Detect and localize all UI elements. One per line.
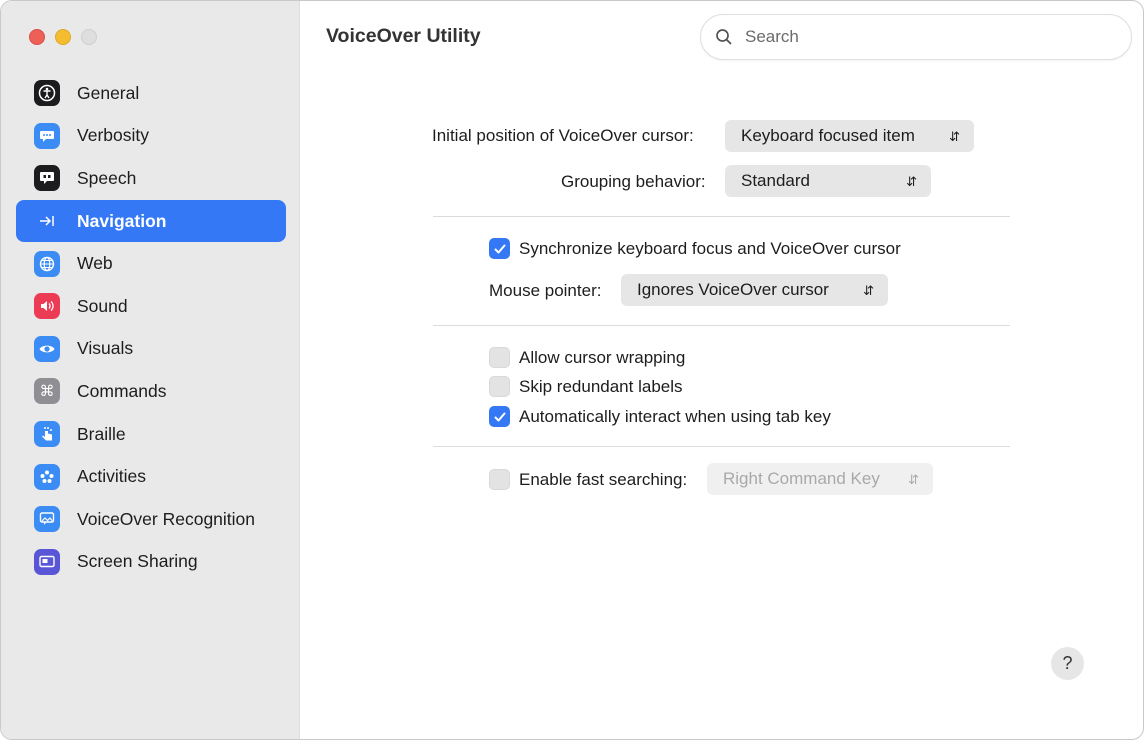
cursor-wrapping-label: Allow cursor wrapping [519, 347, 686, 367]
sidebar-item-label: Activities [77, 466, 147, 487]
skip-labels-label: Skip redundant labels [519, 376, 683, 396]
voiceover-utility-window: General Verbosity Speech Navigation Web … [0, 0, 1144, 740]
updown-chevron-icon: ⇵ [949, 128, 960, 144]
close-window-button[interactable] [29, 29, 45, 45]
fast-search-key-value: Right Command Key [723, 469, 880, 488]
fast-search-checkbox[interactable] [489, 469, 510, 490]
sidebar-item-speech[interactable]: Speech [16, 157, 286, 200]
globe-icon [34, 250, 60, 277]
arrow-to-line-icon [34, 208, 60, 235]
initial-position-popup[interactable]: Keyboard focused item ⇵ [725, 120, 974, 152]
sidebar-item-web[interactable]: Web [16, 242, 286, 285]
separator [433, 446, 1010, 447]
speaker-icon [34, 293, 60, 320]
sidebar-item-verbosity[interactable]: Verbosity [16, 115, 286, 158]
sidebar-item-visuals[interactable]: Visuals [16, 328, 286, 371]
search-input[interactable] [743, 26, 1107, 48]
grouping-behavior-popup[interactable]: Standard ⇵ [725, 165, 931, 197]
sidebar: General Verbosity Speech Navigation Web … [1, 1, 300, 739]
command-icon: ⌘ [34, 378, 60, 405]
checkmark-icon [494, 412, 505, 421]
sidebar-item-label: Commands [77, 380, 167, 401]
search-icon [716, 29, 732, 45]
sync-focus-row[interactable]: Synchronize keyboard focus and VoiceOver… [489, 238, 901, 259]
sync-focus-label: Synchronize keyboard focus and VoiceOver… [519, 238, 901, 258]
zoom-window-button[interactable] [81, 29, 97, 45]
screen-sharing-icon [34, 548, 60, 575]
sidebar-item-label: Navigation [77, 210, 167, 231]
sidebar-item-label: Sound [77, 295, 128, 316]
separator [433, 325, 1010, 326]
auto-interact-row[interactable]: Automatically interact when using tab ke… [489, 406, 831, 427]
sidebar-item-label: Verbosity [77, 125, 149, 146]
sidebar-item-voiceover-recognition[interactable]: VoiceOver Recognition [16, 498, 286, 541]
sidebar-item-label: VoiceOver Recognition [77, 508, 256, 529]
cursor-wrapping-checkbox[interactable] [489, 347, 510, 368]
sidebar-item-label: General [77, 82, 140, 103]
sidebar-list: General Verbosity Speech Navigation Web … [16, 72, 286, 583]
sidebar-item-navigation[interactable]: Navigation [16, 199, 286, 243]
help-button[interactable]: ? [1051, 647, 1084, 680]
search-field[interactable] [700, 14, 1132, 60]
sidebar-item-braille[interactable]: Braille [16, 413, 286, 456]
window-title: VoiceOver Utility [326, 25, 481, 47]
sidebar-item-label: Speech [77, 167, 137, 188]
mouse-pointer-label: Mouse pointer: [489, 281, 602, 300]
window-controls [29, 29, 97, 45]
auto-interact-label: Automatically interact when using tab ke… [519, 406, 831, 426]
mouse-pointer-popup[interactable]: Ignores VoiceOver cursor ⇵ [621, 274, 888, 306]
accessibility-icon [34, 80, 60, 107]
sidebar-item-label: Visuals [77, 338, 134, 359]
speech-bubble-icon [34, 122, 60, 149]
fast-search-row[interactable]: Enable fast searching: [489, 469, 687, 490]
sidebar-item-screen-sharing[interactable]: Screen Sharing [16, 541, 286, 584]
updown-chevron-icon: ⇵ [908, 471, 919, 487]
sidebar-item-label: Screen Sharing [77, 551, 198, 572]
fast-search-label: Enable fast searching: [519, 469, 688, 489]
sidebar-item-commands[interactable]: ⌘ Commands [16, 370, 286, 413]
updown-chevron-icon: ⇵ [863, 282, 874, 298]
image-recognition-icon [34, 506, 60, 533]
auto-interact-checkbox[interactable] [489, 406, 510, 427]
initial-position-label: Initial position of VoiceOver cursor: [432, 126, 694, 145]
sync-focus-checkbox[interactable] [489, 238, 510, 259]
skip-labels-checkbox[interactable] [489, 376, 510, 397]
minimize-window-button[interactable] [55, 29, 71, 45]
cursor-wrapping-row[interactable]: Allow cursor wrapping [489, 347, 685, 368]
checkmark-icon [494, 244, 505, 253]
separator [433, 216, 1010, 217]
mouse-pointer-value: Ignores VoiceOver cursor [637, 280, 829, 299]
sidebar-item-sound[interactable]: Sound [16, 285, 286, 328]
grouping-behavior-label: Grouping behavior: [561, 172, 706, 191]
initial-position-value: Keyboard focused item [741, 126, 915, 145]
speech-quote-icon [34, 165, 60, 192]
sidebar-item-general[interactable]: General [16, 72, 286, 115]
braille-hand-icon [34, 421, 60, 448]
skip-labels-row[interactable]: Skip redundant labels [489, 376, 683, 397]
eye-icon [34, 335, 60, 362]
grouping-behavior-value: Standard [741, 171, 810, 190]
sidebar-item-activities[interactable]: Activities [16, 455, 286, 498]
fast-search-key-popup: Right Command Key ⇵ [707, 463, 933, 495]
updown-chevron-icon: ⇵ [906, 173, 917, 189]
main-pane: VoiceOver Utility Initial position of Vo… [300, 1, 1143, 739]
sidebar-item-label: Web [77, 253, 113, 274]
activities-icon [34, 463, 60, 490]
sidebar-item-label: Braille [77, 423, 126, 444]
